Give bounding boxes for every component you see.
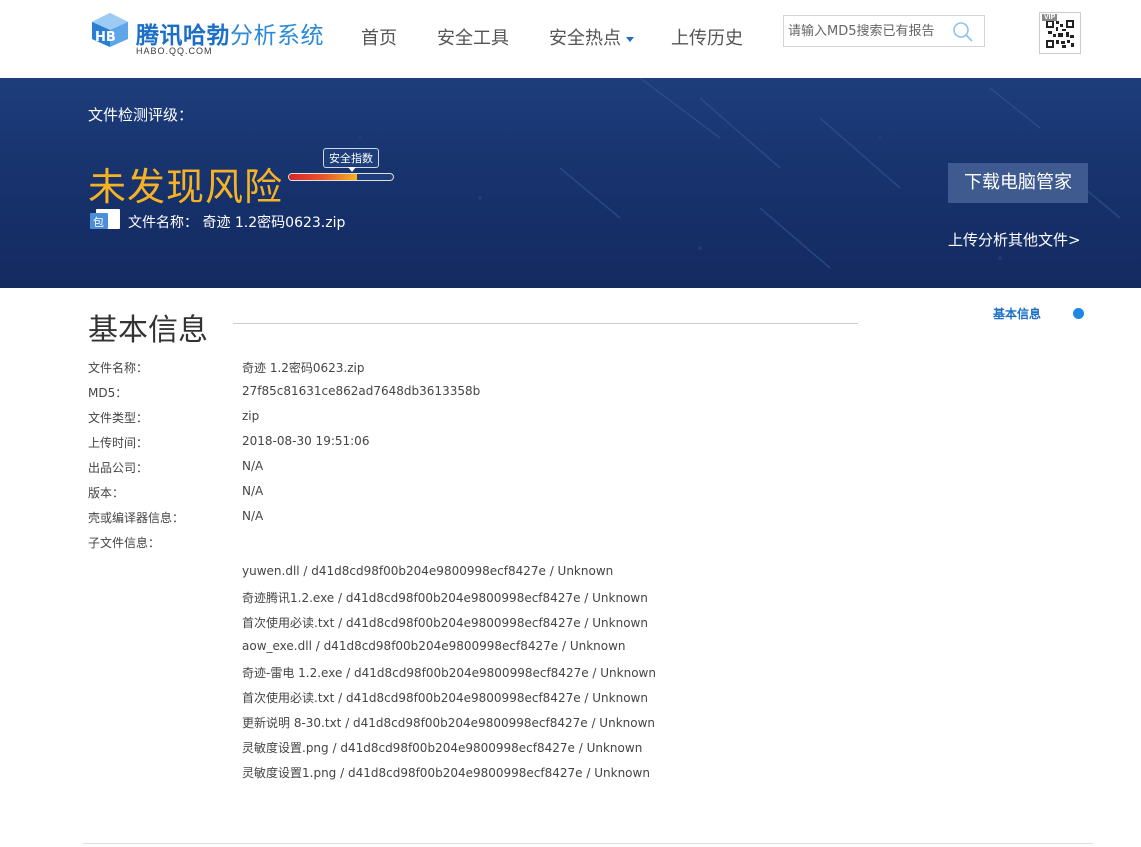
info-value: N/A <box>242 459 264 473</box>
nav-upload-history[interactable]: 上传历史 <box>671 24 743 50</box>
sub-file-item: 奇迹-雷电 1.2.exe / d41d8cd98f00b204e9800998… <box>242 666 656 680</box>
sub-file-item: 奇迹腾讯1.2.exe / d41d8cd98f00b204e9800998ec… <box>242 591 648 605</box>
info-value: N/A <box>242 509 264 523</box>
qr-code[interactable]: VIP <box>1039 12 1081 54</box>
md5-search-input[interactable] <box>788 20 948 42</box>
logo-title: 腾讯哈勃分析系统 <box>136 23 324 49</box>
safety-index-tooltip: 安全指数 <box>323 148 379 172</box>
info-value: zip <box>242 409 260 423</box>
info-key: 版本： <box>88 486 125 500</box>
sub-file-item: yuwen.dll / d41d8cd98f00b204e9800998ecf8… <box>242 564 614 578</box>
risk-result: 未发现风险 <box>88 165 284 209</box>
file-name-label: 文件名称： 奇迹 1.2密码0623.zip <box>128 215 346 231</box>
archive-file-icon: 包 <box>90 209 120 229</box>
side-nav-basic-info[interactable]: 基本信息 <box>993 305 1041 322</box>
site-logo[interactable]: HB 腾讯哈勃分析系统 HABO.QQ.COM <box>90 10 330 60</box>
section-title: 基本信息 <box>88 313 208 348</box>
result-banner: 文件检测评级： 未发现风险 安全指数 包 文件名称： 奇迹 1.2密码0623.… <box>0 78 1141 288</box>
section-divider <box>233 323 858 324</box>
info-key: 文件名称： <box>88 361 149 375</box>
info-key: 文件类型： <box>88 411 149 425</box>
footer-divider <box>83 843 1093 844</box>
info-key: 子文件信息： <box>88 536 161 550</box>
svg-text:HB: HB <box>95 30 116 45</box>
info-key: 上传时间： <box>88 436 149 450</box>
info-key: 壳或编译器信息： <box>88 511 185 525</box>
sub-file-item: 灵敏度设置.png / d41d8cd98f00b204e9800998ecf8… <box>242 741 643 755</box>
nav-security-tools[interactable]: 安全工具 <box>437 24 509 50</box>
logo-subtitle: HABO.QQ.COM <box>136 46 213 56</box>
sub-file-item: aow_exe.dll / d41d8cd98f00b204e9800998ec… <box>242 639 626 653</box>
sub-file-item: 首次使用必读.txt / d41d8cd98f00b204e9800998ecf… <box>242 691 648 705</box>
safety-index-gauge <box>288 173 394 181</box>
info-value: 2018-08-30 19:51:06 <box>242 434 370 448</box>
download-pc-manager-button[interactable]: 下载电脑管家 <box>948 163 1088 203</box>
nav-home[interactable]: 首页 <box>361 24 397 50</box>
search-box <box>783 15 985 47</box>
vip-badge: VIP <box>1042 14 1058 21</box>
info-value: 奇迹 1.2密码0623.zip <box>242 361 365 375</box>
svg-text:包: 包 <box>93 216 104 229</box>
search-icon[interactable] <box>952 21 974 43</box>
habo-logo-icon: HB <box>92 13 128 47</box>
sub-file-item: 灵敏度设置1.png / d41d8cd98f00b204e9800998ecf… <box>242 766 650 780</box>
top-header: HB 腾讯哈勃分析系统 HABO.QQ.COM 首页 安全工具 安全热点 上传历… <box>0 0 1141 78</box>
gauge-fill <box>289 174 357 180</box>
rating-label: 文件检测评级： <box>88 106 194 124</box>
info-key: MD5： <box>88 386 128 400</box>
info-value: N/A <box>242 484 264 498</box>
sub-file-item: 更新说明 8-30.txt / d41d8cd98f00b204e9800998… <box>242 716 656 730</box>
caret-down-icon <box>626 36 634 42</box>
upload-other-file-link[interactable]: 上传分析其他文件> <box>948 229 1081 250</box>
info-key: 出品公司： <box>88 461 149 475</box>
nav-security-hotspots[interactable]: 安全热点 <box>549 24 634 50</box>
sub-file-item: 首次使用必读.txt / d41d8cd98f00b204e9800998ecf… <box>242 616 648 630</box>
side-nav-dot-icon[interactable] <box>1073 308 1084 319</box>
info-value: 27f85c81631ce862ad7648db3613358b <box>242 384 481 398</box>
